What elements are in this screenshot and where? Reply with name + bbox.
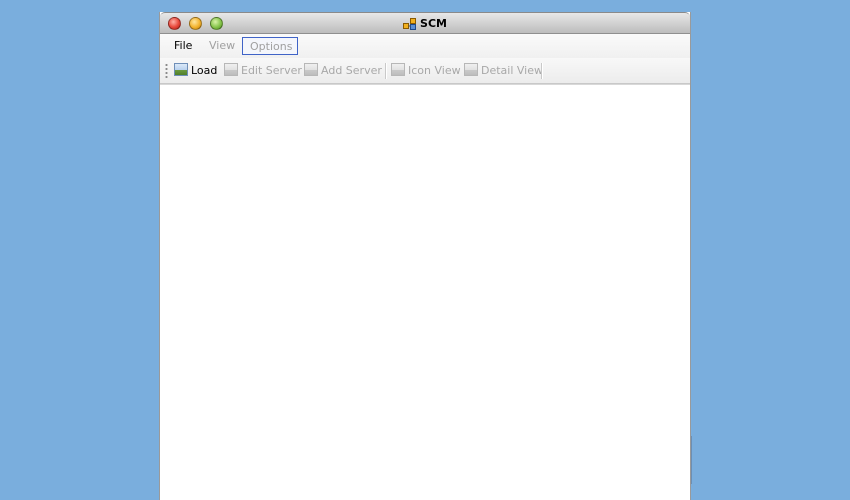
detail-view-button-label: Detail View [481,64,544,77]
load-button[interactable]: Load [174,62,217,80]
window-resize-edge[interactable] [691,436,692,484]
menu-file[interactable]: File [167,37,199,55]
app-icon [403,18,417,30]
app-window: SCM File View Options Load Edit Server A… [159,12,691,500]
main-content-area[interactable] [160,84,690,500]
edit-server-button[interactable]: Edit Server [224,62,302,80]
menu-options[interactable]: Options [242,37,298,55]
detail-view-button[interactable]: Detail View [464,62,543,80]
icon-view-button[interactable]: Icon View [391,62,461,80]
window-title-area: SCM [160,16,690,32]
image-icon [464,63,478,76]
window-title: SCM [420,17,447,30]
load-button-label: Load [191,64,218,77]
icon-view-button-label: Icon View [408,64,461,77]
toolbar-end-separator [541,63,543,79]
edit-server-button-label: Edit Server [241,64,302,77]
add-server-button-label: Add Server [321,64,382,77]
menu-view[interactable]: View [202,37,242,55]
menu-bar: File View Options [160,34,690,58]
toolbar: Load Edit Server Add Server Icon View De… [160,58,690,84]
toolbar-grip-handle[interactable] [165,63,168,79]
add-server-button[interactable]: Add Server [304,62,382,80]
image-icon [304,63,318,76]
image-icon [391,63,405,76]
toolbar-separator [385,63,387,79]
image-icon [224,63,238,76]
image-icon [174,63,188,76]
title-bar[interactable]: SCM [160,12,690,34]
